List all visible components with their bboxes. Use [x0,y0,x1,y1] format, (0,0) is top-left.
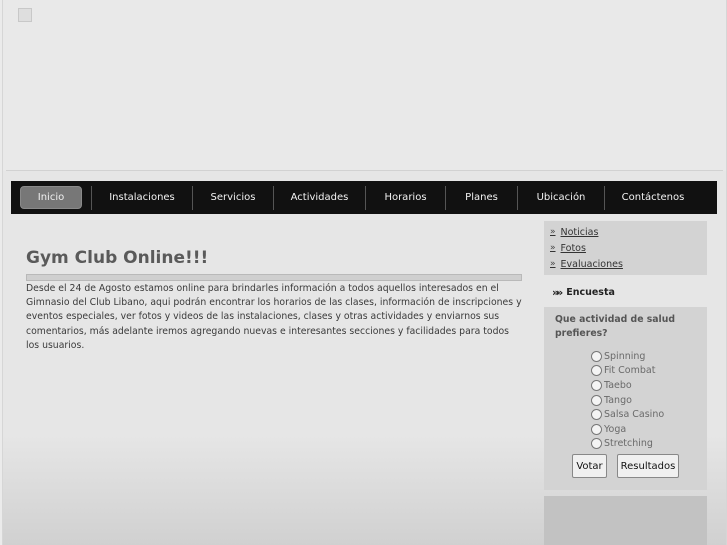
nav-item-contactenos[interactable]: Contáctenos [605,186,701,210]
poll-question: Que actividad de salud prefieres? [555,314,676,339]
bullet-icon: » [550,243,556,253]
radio-button[interactable] [591,379,602,391]
double-chevron-icon: »» [552,286,563,299]
nav-item-instalaciones[interactable]: Instalaciones [92,185,193,210]
title-underline-bar [26,274,522,281]
nav-item-inicio[interactable]: Inicio [11,185,92,210]
sidebar-link-noticias[interactable]: » Noticias [544,224,707,240]
poll-option-yoga[interactable]: Yoga [591,422,664,437]
sidebar-links-panel: » Noticias » Fotos » Evaluaciones [544,221,707,275]
poll-option-taebo[interactable]: Taebo [591,378,664,393]
vote-button[interactable]: Votar [572,454,607,478]
poll-box: Que actividad de salud prefieres? Spinni… [544,307,707,490]
poll-option-stretching[interactable]: Stretching [591,437,664,452]
radio-button[interactable] [591,423,602,435]
poll-option-fit-combat[interactable]: Fit Combat [591,364,664,379]
intro-paragraph: Desde el 24 de Agosto estamos online par… [26,283,522,351]
radio-button[interactable] [591,394,602,406]
bullet-icon: » [550,259,556,269]
nav-item-planes[interactable]: Planes [446,185,518,210]
poll-heading: »» Encuesta [552,286,615,299]
nav-item-ubicacion[interactable]: Ubicación [518,185,605,210]
radio-button[interactable] [591,409,602,421]
main-navbar: Inicio Instalaciones Servicios Actividad… [11,181,717,214]
poll-option-spinning[interactable]: Spinning [591,349,664,364]
header-divider [6,170,723,171]
broken-image-icon [18,8,32,22]
radio-button[interactable] [591,438,602,450]
poll-option-tango[interactable]: Tango [591,393,664,408]
poll-option-salsa-casino[interactable]: Salsa Casino [591,407,664,422]
poll-options: Spinning Fit Combat Taebo Tango Salsa Ca… [591,349,664,451]
nav-item-horarios[interactable]: Horarios [366,185,446,210]
bullet-icon: » [550,227,556,237]
results-button[interactable]: Resultados [617,454,679,478]
page-title: Gym Club Online!!! [26,248,209,268]
nav-item-servicios[interactable]: Servicios [193,185,274,210]
radio-button[interactable] [591,365,602,377]
sidebar-link-fotos[interactable]: » Fotos [544,240,707,256]
sidebar-link-evaluaciones[interactable]: » Evaluaciones [544,256,707,272]
nav-item-actividades[interactable]: Actividades [274,185,366,210]
radio-button[interactable] [591,350,602,362]
sidebar-lower-panel [544,496,707,545]
